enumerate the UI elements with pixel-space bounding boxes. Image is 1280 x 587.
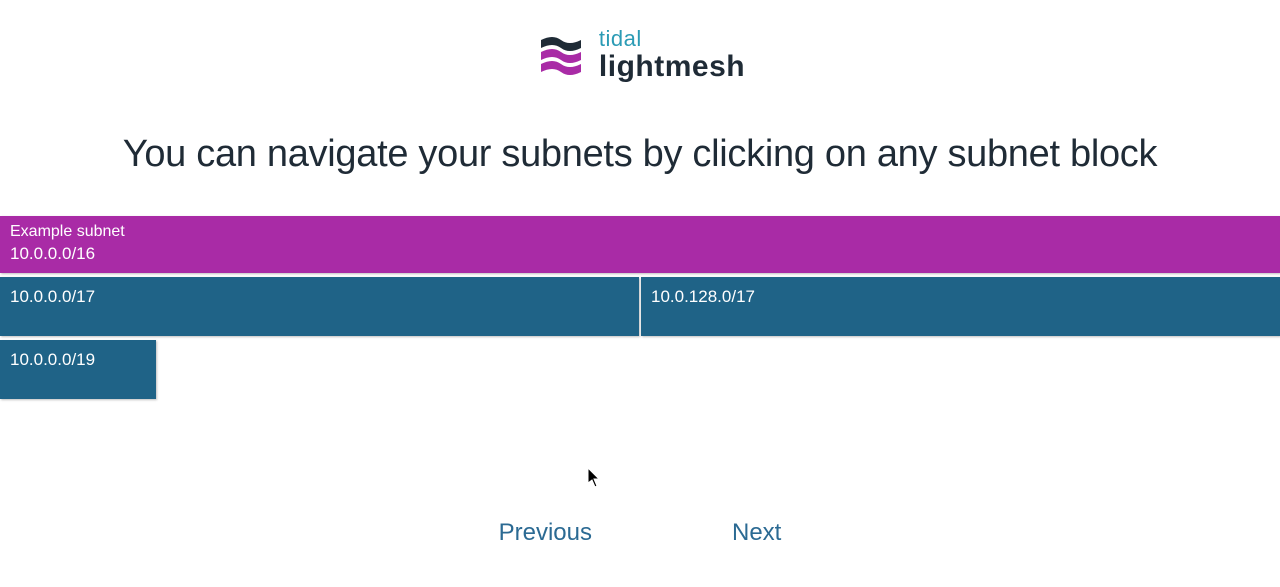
subnet-block-child[interactable]: 10.0.0.0/17: [0, 277, 639, 336]
subnet-cidr: 10.0.0.0/19: [10, 349, 95, 371]
app-header: tidal lightmesh: [0, 0, 1280, 103]
cursor-icon: [588, 468, 602, 493]
subnet-cidr: 10.0.0.0/16: [10, 243, 1270, 265]
brand-logo: tidal lightmesh: [535, 28, 745, 83]
subnet-level-2: 10.0.0.0/17 10.0.128.0/17: [0, 277, 1280, 336]
subnet-name: Example subnet: [10, 222, 1270, 243]
subnet-level-1: Example subnet 10.0.0.0/16: [0, 216, 1280, 273]
brand-text: tidal lightmesh: [599, 28, 745, 83]
brand-bottom-text: lightmesh: [599, 50, 745, 83]
subnet-block-parent[interactable]: Example subnet 10.0.0.0/16: [0, 216, 1280, 273]
subnet-block-child[interactable]: 10.0.0.0/19: [0, 340, 156, 399]
instruction-text: You can navigate your subnets by clickin…: [0, 133, 1280, 176]
nav-next[interactable]: Next: [732, 519, 781, 547]
brand-mark-icon: [535, 30, 587, 82]
nav-previous[interactable]: Previous: [499, 519, 592, 547]
subnet-cidr: 10.0.0.0/17: [10, 286, 95, 308]
nav-row: Previous Next: [0, 519, 1280, 547]
brand-top-text: tidal: [599, 28, 745, 50]
subnet-block-child[interactable]: 10.0.128.0/17: [641, 277, 1280, 336]
subnet-level-3: 10.0.0.0/19: [0, 340, 1280, 399]
subnet-cidr: 10.0.128.0/17: [651, 286, 755, 308]
